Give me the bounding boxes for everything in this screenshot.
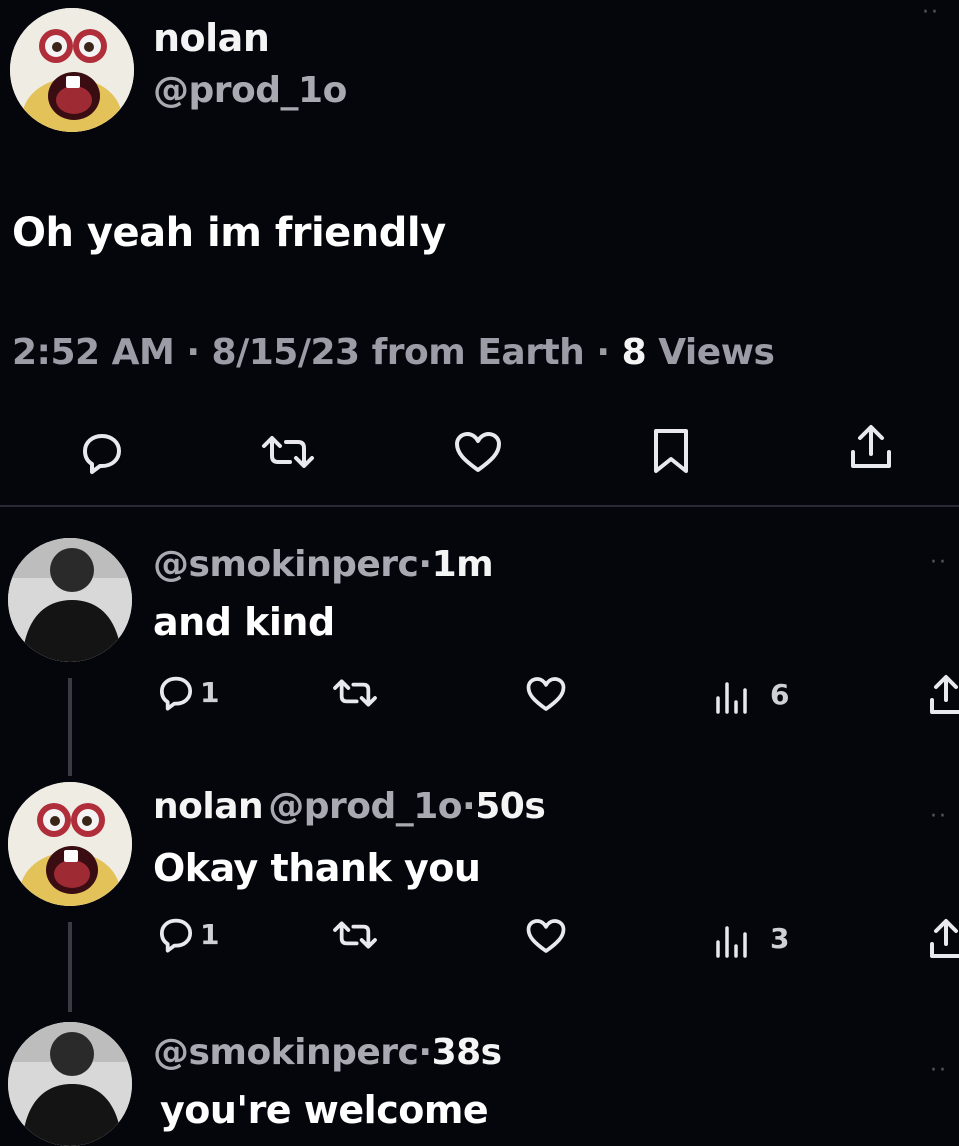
reply-text: you're welcome — [160, 1088, 489, 1132]
avatar[interactable] — [8, 538, 132, 662]
reply-age: 38s — [431, 1032, 503, 1073]
views-count: 8 — [621, 332, 647, 373]
reply-age: 50s — [475, 786, 546, 827]
reply-handle[interactable]: @smokinperc — [153, 544, 419, 585]
view-count: 6 — [770, 678, 790, 711]
meta-separator: · — [418, 1032, 432, 1073]
reply-count: 1 — [200, 676, 220, 709]
bookmark-icon — [654, 429, 688, 473]
reply-header: @smokinperc·38s — [153, 1032, 502, 1073]
tweet-date: 8/15/23 — [211, 332, 361, 373]
views-button[interactable] — [714, 676, 750, 716]
meta-separator: · — [462, 786, 476, 827]
reply-handle[interactable]: @smokinperc — [153, 1032, 419, 1073]
meta-separator: · — [596, 332, 610, 373]
comment-icon — [159, 676, 193, 711]
thread-line — [68, 922, 72, 1012]
reply-count: 1 — [200, 918, 220, 951]
view-count: 3 — [770, 922, 790, 955]
reply-text: and kind — [153, 600, 335, 644]
tweet-source: from Earth — [371, 332, 585, 373]
retweet-icon — [262, 436, 314, 468]
minion-avatar-icon — [10, 8, 134, 132]
share-icon — [930, 675, 959, 714]
tweet-text: Oh yeah im friendly — [12, 210, 446, 256]
share-button[interactable] — [845, 422, 897, 474]
person-avatar-icon — [8, 1022, 132, 1146]
share-button[interactable] — [926, 672, 959, 718]
reply-header: @smokinperc·1m — [153, 544, 494, 585]
comment-icon — [83, 434, 121, 474]
like-button[interactable] — [452, 428, 504, 476]
avatar[interactable] — [8, 782, 132, 906]
avatar[interactable] — [10, 8, 134, 132]
heart-icon — [526, 919, 566, 953]
reply-button[interactable] — [156, 914, 196, 954]
share-button[interactable] — [926, 916, 959, 962]
comment-icon — [159, 918, 193, 953]
reply-name[interactable]: nolan — [153, 786, 264, 827]
retweet-button[interactable] — [330, 673, 380, 713]
like-button[interactable] — [524, 916, 568, 956]
analytics-icon — [716, 682, 747, 714]
more-options-icon[interactable]: ·· — [930, 550, 948, 575]
analytics-icon — [716, 926, 747, 958]
retweet-button[interactable] — [258, 428, 318, 476]
reply-button[interactable] — [156, 672, 196, 712]
retweet-icon — [333, 679, 377, 707]
retweet-button[interactable] — [330, 915, 380, 955]
thread-line — [68, 678, 72, 776]
more-options-icon[interactable]: ·· — [922, 0, 940, 25]
minion-avatar-icon — [8, 782, 132, 906]
tweet-meta: 2:52 AM · 8/15/23 from Earth · 8 Views — [12, 332, 775, 373]
reply-age: 1m — [431, 544, 494, 585]
reply-handle[interactable]: @prod_1o — [268, 786, 462, 827]
author-handle[interactable]: @prod_1o — [153, 70, 347, 111]
meta-separator: · — [186, 332, 200, 373]
divider — [0, 505, 959, 507]
reply-header: nolan @prod_1o·50s — [153, 786, 546, 827]
share-icon — [930, 919, 959, 958]
like-button[interactable] — [524, 674, 568, 714]
bookmark-button[interactable] — [648, 425, 694, 477]
heart-icon — [455, 432, 501, 472]
reply-button[interactable] — [78, 428, 126, 476]
reply-text: Okay thank you — [153, 846, 481, 890]
more-options-icon[interactable]: ·· — [930, 1058, 948, 1083]
retweet-icon — [333, 921, 377, 949]
more-options-icon[interactable]: ·· — [930, 804, 948, 829]
views-label: Views — [658, 332, 775, 373]
avatar[interactable] — [8, 1022, 132, 1146]
tweet-time: 2:52 AM — [12, 332, 175, 373]
person-avatar-icon — [8, 538, 132, 662]
author-name[interactable]: nolan — [153, 16, 270, 60]
meta-separator: · — [418, 544, 432, 585]
share-icon — [851, 425, 891, 468]
heart-icon — [526, 677, 566, 711]
views-button[interactable] — [714, 920, 750, 960]
